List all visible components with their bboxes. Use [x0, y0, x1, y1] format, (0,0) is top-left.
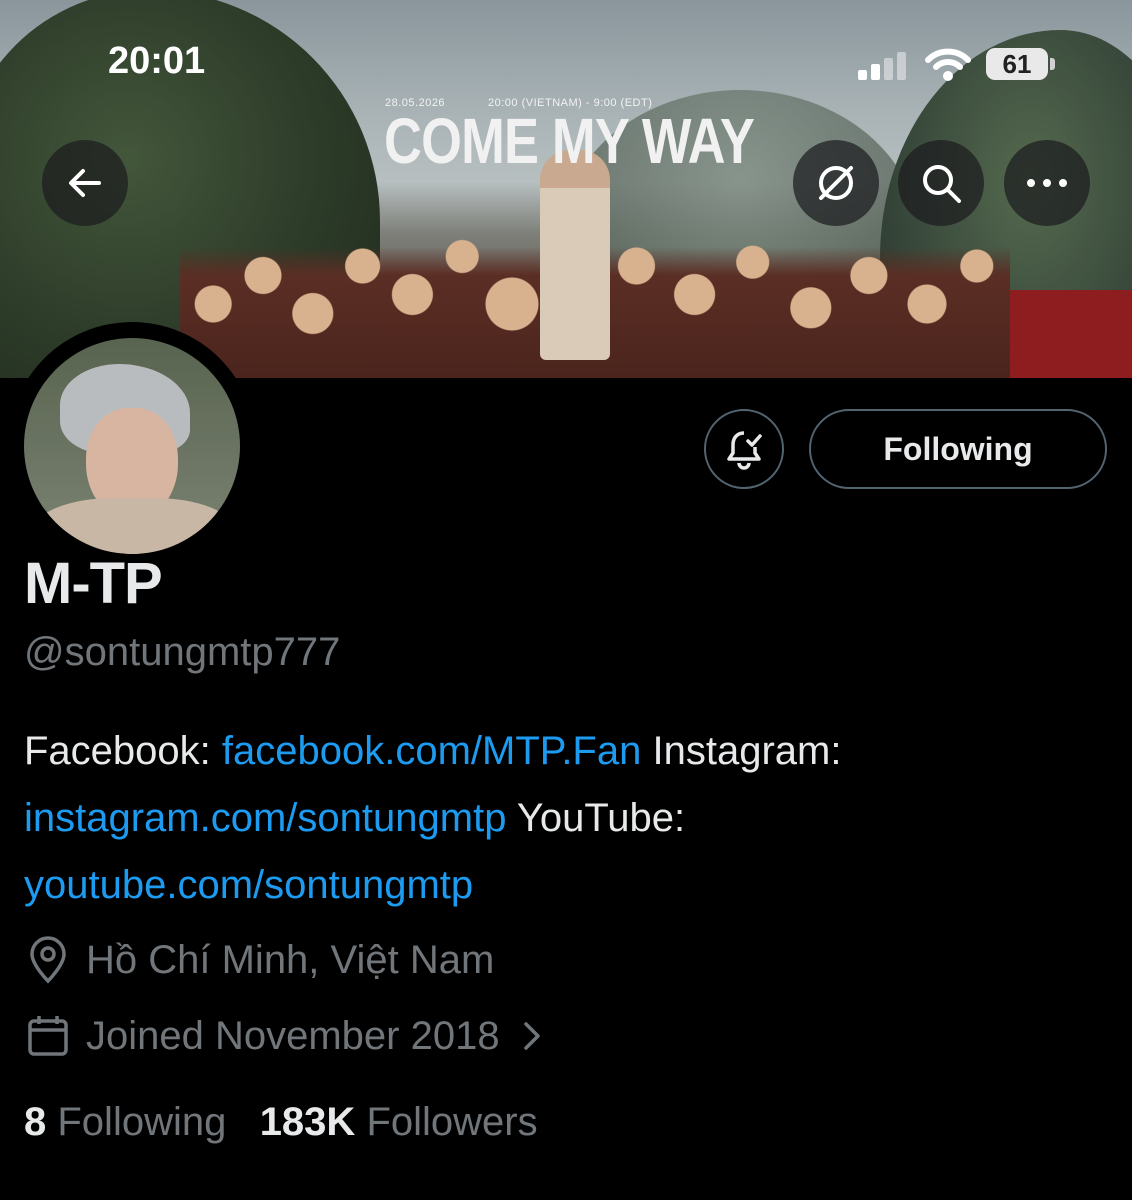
user-handle: @sontungmtp777 — [24, 630, 341, 674]
avatar[interactable] — [24, 338, 240, 554]
calendar-icon — [28, 1016, 68, 1056]
bio: Facebook: facebook.com/MTP.Fan Instagram… — [24, 718, 1114, 919]
bio-youtube-label: YouTube: — [516, 796, 686, 840]
chevron-right-icon — [523, 1022, 540, 1050]
grok-button[interactable] — [793, 140, 879, 226]
poster-title: COME MY WAY — [384, 105, 755, 177]
follow-stats: 8 Following 183K Followers — [24, 1100, 538, 1145]
instagram-link[interactable]: instagram.com/sontungmtp — [24, 796, 506, 840]
joined-row[interactable]: Joined November 2018 — [24, 1012, 560, 1060]
wifi-icon — [925, 48, 971, 81]
avatar-body — [34, 498, 234, 554]
search-icon — [923, 165, 961, 203]
display-name: M-TP — [24, 551, 163, 616]
joined-text: Joined November 2018 — [86, 1013, 500, 1058]
following-stat-label: Following — [57, 1100, 227, 1144]
battery-indicator: 61 — [986, 48, 1048, 80]
followers-stat-label: Followers — [366, 1100, 538, 1144]
back-button[interactable] — [42, 140, 128, 226]
slash-circle-icon — [819, 166, 853, 200]
bio-instagram-label: Instagram: — [652, 729, 842, 773]
following-count: 8 — [24, 1100, 47, 1144]
banner-figure — [540, 150, 610, 360]
followers-stat[interactable]: 183K Followers — [260, 1100, 538, 1144]
bio-facebook-label: Facebook: — [24, 729, 211, 773]
location-pin-icon — [30, 936, 66, 984]
cellular-signal-icon — [858, 50, 910, 80]
location-text: Hồ Chí Minh, Việt Nam — [86, 937, 495, 982]
youtube-link[interactable]: youtube.com/sontungmtp — [24, 863, 473, 907]
followers-count: 183K — [259, 1100, 356, 1144]
location-row: Hồ Chí Minh, Việt Nam — [24, 935, 494, 985]
following-button[interactable]: Following — [809, 409, 1107, 489]
search-button[interactable] — [898, 140, 984, 226]
battery-cap — [1050, 58, 1055, 70]
following-stat[interactable]: 8 Following — [24, 1100, 226, 1144]
more-button[interactable] — [1004, 140, 1090, 226]
arrow-left-icon — [69, 169, 101, 197]
more-horizontal-icon — [1027, 179, 1067, 187]
bell-check-icon — [727, 431, 762, 470]
status-time: 20:01 — [108, 40, 206, 82]
facebook-link[interactable]: facebook.com/MTP.Fan — [222, 729, 641, 773]
notifications-button[interactable] — [704, 409, 784, 489]
